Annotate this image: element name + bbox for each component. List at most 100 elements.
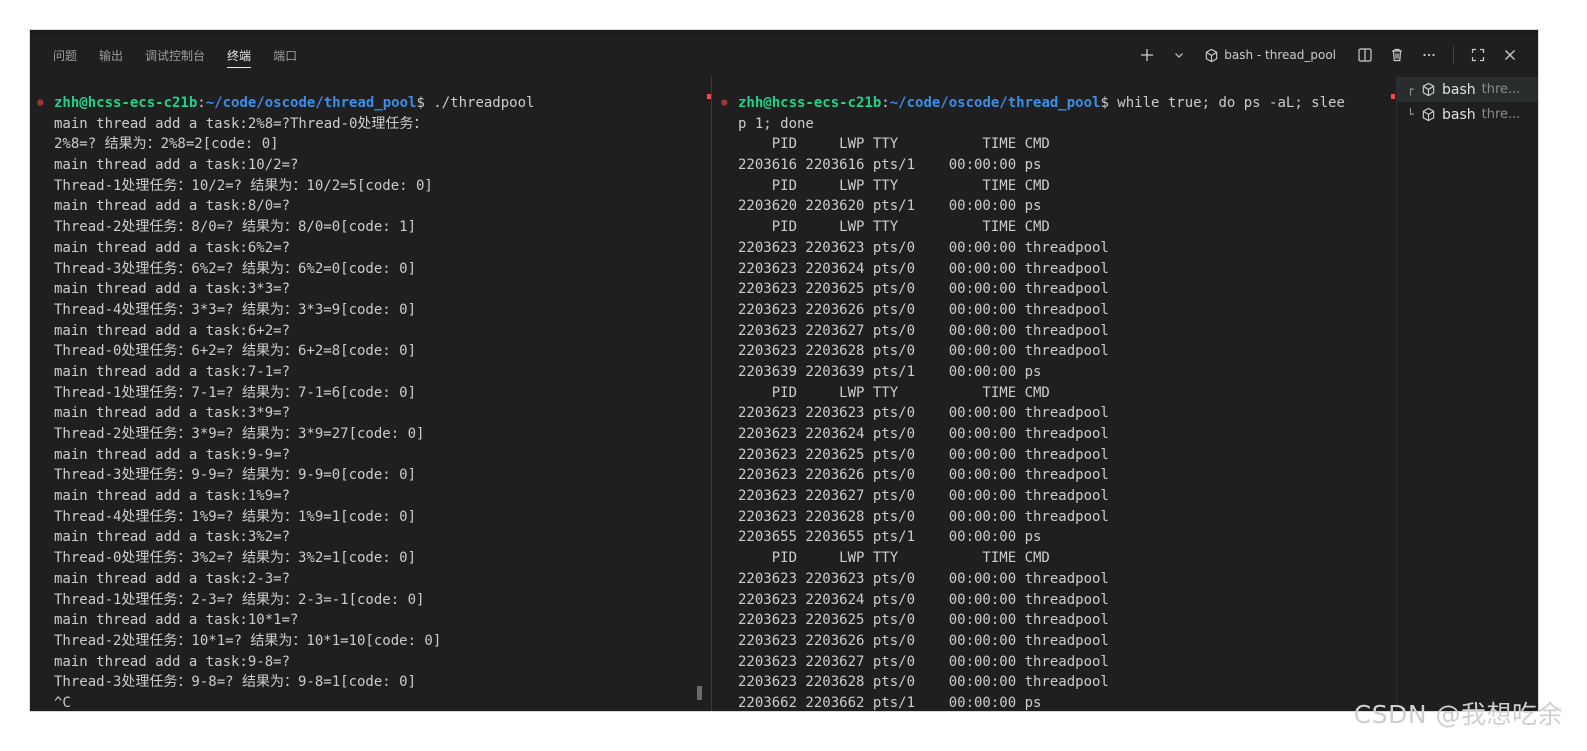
maximize-icon xyxy=(1471,48,1485,62)
maximize-panel-button[interactable] xyxy=(1462,42,1494,68)
launch-profile-button[interactable] xyxy=(1163,42,1195,68)
command-status-icon: ⊗ xyxy=(721,96,728,109)
terminal-line: Thread-2处理任务：10*1=? 结果为：10*1=10[code: 0] xyxy=(54,632,442,649)
close-icon xyxy=(1505,50,1515,60)
terminal-line: 2203623 2203623 pts/0 00:00:00 threadpoo… xyxy=(738,239,1109,256)
panel-tabs: 问题 输出 调试控制台 终端 端口 xyxy=(42,34,308,76)
terminal-line: Thread-1处理任务：10/2=? 结果为：10/2=5[code: 0] xyxy=(54,177,433,194)
overview-error-mark xyxy=(1391,94,1395,99)
terminal-line: 2%8=? 结果为：2%8=2[code: 0] xyxy=(54,136,279,153)
terminal-line: 2203623 2203626 pts/0 00:00:00 threadpoo… xyxy=(738,301,1109,318)
terminal-line: main thread add a task:9-9=? xyxy=(54,446,291,463)
terminal-line: 2203623 2203627 pts/0 00:00:00 threadpoo… xyxy=(738,653,1109,670)
terminal-line: 2203623 2203624 pts/0 00:00:00 threadpoo… xyxy=(738,591,1109,608)
terminal-cube-icon xyxy=(1422,82,1435,97)
terminal-line: Thread-1处理任务：2-3=? 结果为：2-3=-1[code: 0] xyxy=(54,591,425,608)
terminal-line: main thread add a task:9-8=? xyxy=(54,653,291,670)
prompt-path: ~/code/oscode/thread_pool xyxy=(205,95,417,111)
terminal-panel: 问题 输出 调试控制台 终端 端口 bash - thread_pool ⊗ z… xyxy=(30,30,1538,711)
tab-output[interactable]: 输出 xyxy=(88,34,134,76)
overview-error-mark xyxy=(707,94,711,99)
chevron-down-icon xyxy=(1175,53,1184,58)
terminal-line: ^C xyxy=(54,694,71,711)
prompt-command: $ ./threadpool xyxy=(416,95,535,111)
terminal-line: Thread-4处理任务：3*3=? 结果为：3*3=9[code: 0] xyxy=(54,301,417,318)
terminal-line: 2203623 2203626 pts/0 00:00:00 threadpoo… xyxy=(738,632,1109,649)
terminal-line: 2203623 2203628 pts/0 00:00:00 threadpoo… xyxy=(738,508,1109,525)
terminal-cube-icon xyxy=(1422,107,1435,122)
terminal-list-item[interactable]: └ bash thre... xyxy=(1397,102,1538,127)
more-icon xyxy=(1423,53,1435,57)
plus-icon xyxy=(1141,49,1154,61)
new-terminal-button[interactable] xyxy=(1131,42,1163,68)
terminal-list-item[interactable]: ┌ bash thre... xyxy=(1397,77,1538,102)
terminal-left-output: ⊗ zhh@hcss-ecs-c21b:~/code/oscode/thread_… xyxy=(37,93,535,711)
tab-problems[interactable]: 问题 xyxy=(42,34,88,76)
terminal-line: PID LWP TTY TIME CMD xyxy=(738,177,1050,194)
command-status-icon: ⊗ xyxy=(37,96,44,109)
terminal-right[interactable]: ⊗ zhh@hcss-ecs-c21b:~/code/oscode/thread_… xyxy=(714,76,1396,711)
terminal-list-sub: thre... xyxy=(1481,82,1521,97)
terminal-line: PID LWP TTY TIME CMD xyxy=(738,384,1050,401)
terminal-prompt-line: ⊗ zhh@hcss-ecs-c21b:~/code/oscode/thread_… xyxy=(721,93,1345,114)
more-actions-button[interactable] xyxy=(1413,42,1445,68)
terminal-line: 2203623 2203625 pts/0 00:00:00 threadpoo… xyxy=(738,446,1109,463)
split-icon xyxy=(1358,48,1372,62)
terminal-line: Thread-0处理任务：3%2=? 结果为：3%2=1[code: 0] xyxy=(54,550,417,567)
terminal-line: 2203623 2203626 pts/0 00:00:00 threadpoo… xyxy=(738,467,1109,484)
terminal-line: main thread add a task:10/2=? xyxy=(54,157,299,174)
scrollbar-thumb[interactable] xyxy=(697,686,702,700)
kill-terminal-button[interactable] xyxy=(1381,42,1413,68)
terminal-line: 2203620 2203620 pts/1 00:00:00 ps xyxy=(738,198,1042,215)
terminal-line: 2203623 2203624 pts/0 00:00:00 threadpoo… xyxy=(738,260,1109,277)
prompt-user: zhh@hcss-ecs-c21b xyxy=(54,95,198,111)
terminal-tabs-list: ┌ bash thre... └ bash thre... xyxy=(1397,76,1538,711)
terminal-line: PID LWP TTY TIME CMD xyxy=(738,136,1050,153)
terminal-line: 2203623 2203623 pts/0 00:00:00 threadpoo… xyxy=(738,405,1109,422)
terminal-left[interactable]: ⊗ zhh@hcss-ecs-c21b:~/code/oscode/thread_… xyxy=(30,76,708,711)
tab-ports[interactable]: 端口 xyxy=(262,34,308,76)
prompt-colon: : xyxy=(881,95,890,111)
terminal-list-sub: thre... xyxy=(1481,107,1521,122)
terminal-line: Thread-3处理任务：9-8=? 结果为：9-8=1[code: 0] xyxy=(54,674,417,691)
terminal-line: 2203623 2203624 pts/0 00:00:00 threadpoo… xyxy=(738,426,1109,442)
terminal-line: main thread add a task:3%2=? xyxy=(54,529,291,546)
prompt-colon: : xyxy=(197,95,206,111)
panel-header: 问题 输出 调试控制台 终端 端口 bash - thread_pool xyxy=(30,34,1538,76)
terminal-line: main thread add a task:7-1=? xyxy=(54,363,291,380)
terminal-line: 2203639 2203639 pts/1 00:00:00 ps xyxy=(738,363,1042,380)
terminal-prompt-line: ⊗ zhh@hcss-ecs-c21b:~/code/oscode/thread_… xyxy=(37,93,535,114)
terminal-line: 2203623 2203625 pts/0 00:00:00 threadpoo… xyxy=(738,281,1109,298)
terminal-line: 2203623 2203625 pts/0 00:00:00 threadpoo… xyxy=(738,612,1109,629)
terminal-line: 2203662 2203662 pts/1 00:00:00 ps xyxy=(738,694,1042,711)
terminal-selector[interactable]: bash - thread_pool xyxy=(1201,42,1339,68)
terminal-line: p 1; done xyxy=(738,115,814,132)
split-terminal-button[interactable] xyxy=(1349,42,1381,68)
terminal-line: Thread-4处理任务：1%9=? 结果为：1%9=1[code: 0] xyxy=(54,508,417,525)
pane-divider[interactable] xyxy=(711,76,712,711)
terminal-line: main thread add a task:2-3=? xyxy=(54,570,291,587)
tab-terminal[interactable]: 终端 xyxy=(216,34,262,76)
terminal-right-output: ⊗ zhh@hcss-ecs-c21b:~/code/oscode/thread_… xyxy=(721,93,1345,711)
terminal-line: Thread-0处理任务：6+2=? 结果为：6+2=8[code: 0] xyxy=(54,343,417,360)
terminal-line: PID LWP TTY TIME CMD xyxy=(738,550,1050,567)
terminal-list-name: bash xyxy=(1442,81,1476,98)
terminal-line: Thread-2处理任务：8/0=? 结果为：8/0=0[code: 1] xyxy=(54,219,417,236)
close-panel-button[interactable] xyxy=(1494,42,1526,68)
prompt-user: zhh@hcss-ecs-c21b xyxy=(738,95,882,111)
watermark: CSDN @我想吃余 xyxy=(1353,700,1563,729)
terminal-cube-icon xyxy=(1206,48,1218,62)
terminal-line: main thread add a task:6%2=? xyxy=(54,239,291,256)
trash-icon xyxy=(1392,48,1402,62)
terminal-line: main thread add a task:3*9=? xyxy=(54,405,291,422)
terminal-line: main thread add a task:10*1=? xyxy=(54,612,299,629)
tree-connector: ┌ xyxy=(1407,83,1414,96)
prompt-path: ~/code/oscode/thread_pool xyxy=(889,95,1101,111)
tab-debug-console[interactable]: 调试控制台 xyxy=(134,34,216,76)
terminal-line: 2203623 2203627 pts/0 00:00:00 threadpoo… xyxy=(738,322,1109,339)
terminal-line: 2203623 2203627 pts/0 00:00:00 threadpoo… xyxy=(738,488,1109,505)
terminal-line: 2203623 2203628 pts/0 00:00:00 threadpoo… xyxy=(738,674,1109,691)
terminal-line: main thread add a task:6+2=? xyxy=(54,322,291,339)
terminal-line: PID LWP TTY TIME CMD xyxy=(738,219,1050,236)
terminal-line: main thread add a task:2%8=?Thread-0处理任务… xyxy=(54,115,428,132)
